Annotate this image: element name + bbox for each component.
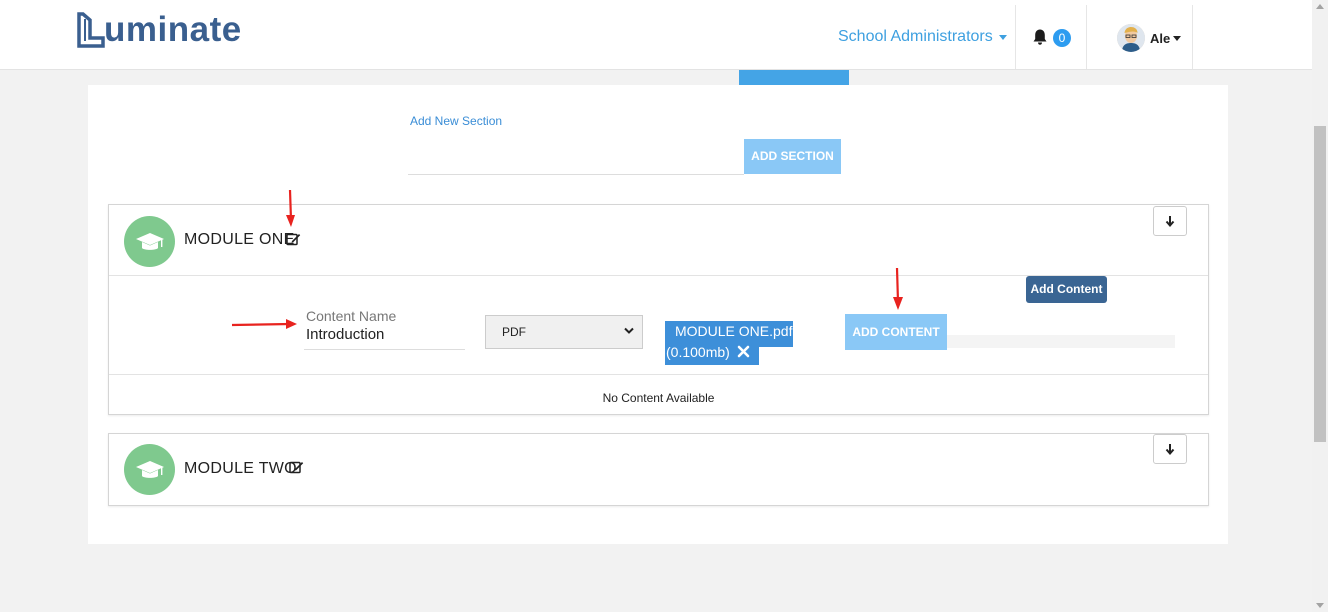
scroll-up-arrow-icon[interactable] xyxy=(1316,4,1324,9)
annotation-arrows xyxy=(231,189,903,329)
scroll-down-arrow-icon[interactable] xyxy=(1316,603,1324,608)
annotation-arrow xyxy=(893,267,903,310)
page-scrollbar[interactable] xyxy=(1312,0,1328,612)
annotation-arrow xyxy=(231,319,297,329)
annotation-arrow xyxy=(286,189,295,227)
scrollbar-thumb[interactable] xyxy=(1314,126,1326,442)
